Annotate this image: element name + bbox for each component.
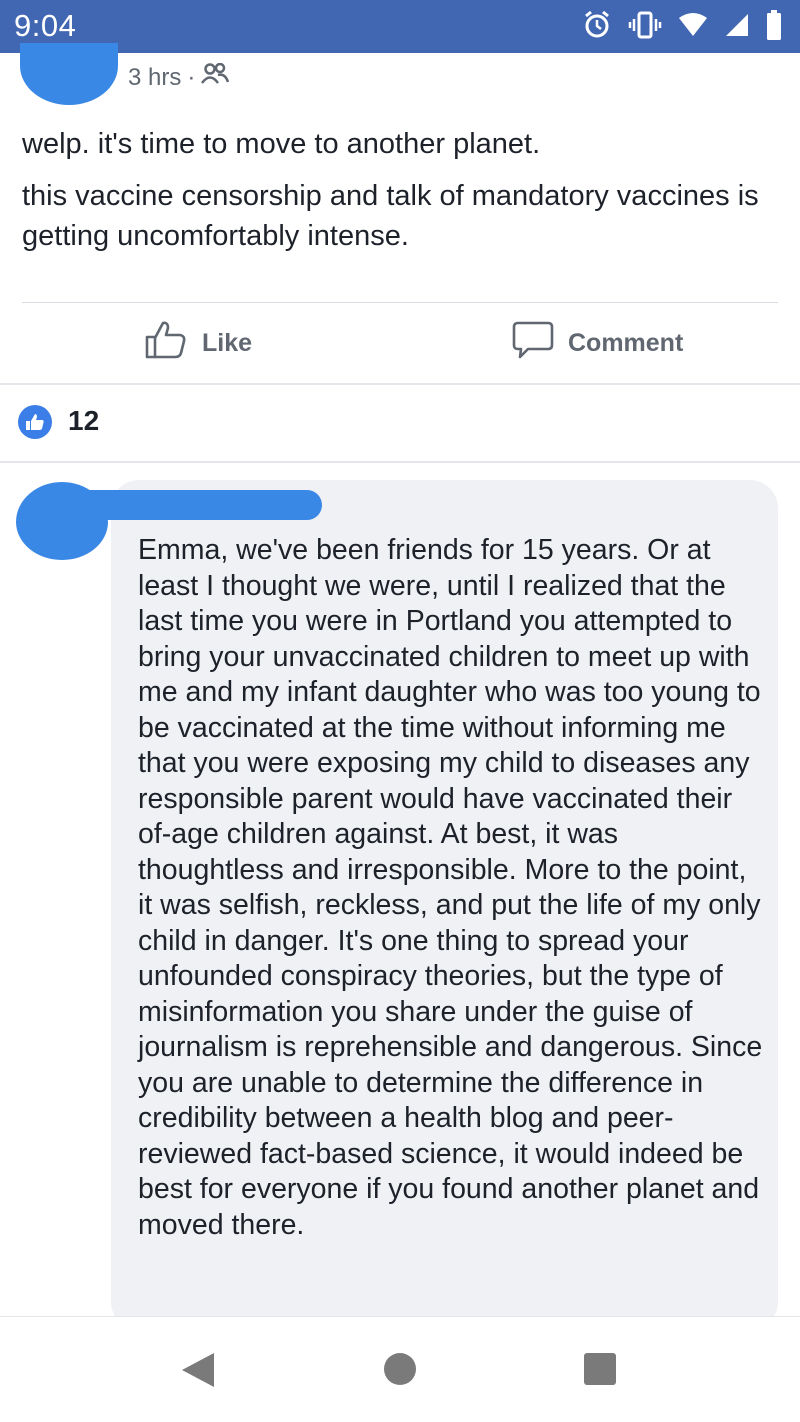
home-icon[interactable]	[384, 1353, 416, 1385]
redacted-commenter-name	[72, 490, 322, 520]
battery-icon	[766, 9, 782, 45]
status-bar: 9:04	[0, 0, 800, 53]
redacted-avatar	[20, 43, 118, 105]
like-reaction-icon	[18, 405, 52, 439]
post-paragraph: this vaccine censorship and talk of mand…	[22, 180, 759, 252]
post-meta: 3 hrs ·	[128, 62, 230, 92]
meta-separator: ·	[187, 63, 196, 91]
like-button[interactable]: Like	[144, 320, 252, 367]
comment-label: Comment	[568, 329, 684, 357]
post-paragraph: welp. it's time to move to another plane…	[22, 128, 541, 160]
back-icon[interactable]	[180, 1351, 216, 1394]
navigation-bar	[0, 1316, 800, 1422]
recent-apps-icon[interactable]	[584, 1353, 616, 1385]
divider	[0, 461, 800, 463]
post-header: 3 hrs ·	[0, 43, 800, 108]
status-time: 9:04	[14, 8, 77, 43]
status-icons	[582, 9, 782, 45]
post-body: welp. it's time to move to another plane…	[22, 124, 782, 256]
thumbs-up-icon	[144, 320, 188, 367]
vibrate-icon	[628, 10, 662, 45]
divider	[22, 302, 778, 303]
reactions-row[interactable]: 12	[0, 385, 800, 461]
signal-icon	[724, 12, 750, 43]
comment-icon	[512, 320, 554, 367]
alarm-icon	[582, 10, 612, 45]
reaction-count: 12	[68, 405, 100, 436]
comment-text: Emma, we've been friends for 15 years. O…	[138, 534, 763, 1241]
action-bar: Like Comment	[0, 304, 800, 382]
post-timestamp[interactable]: 3 hrs	[128, 64, 181, 92]
wifi-icon	[678, 12, 708, 43]
like-label: Like	[202, 329, 253, 357]
comment-button[interactable]: Comment	[512, 320, 683, 367]
friends-icon[interactable]	[201, 62, 230, 92]
